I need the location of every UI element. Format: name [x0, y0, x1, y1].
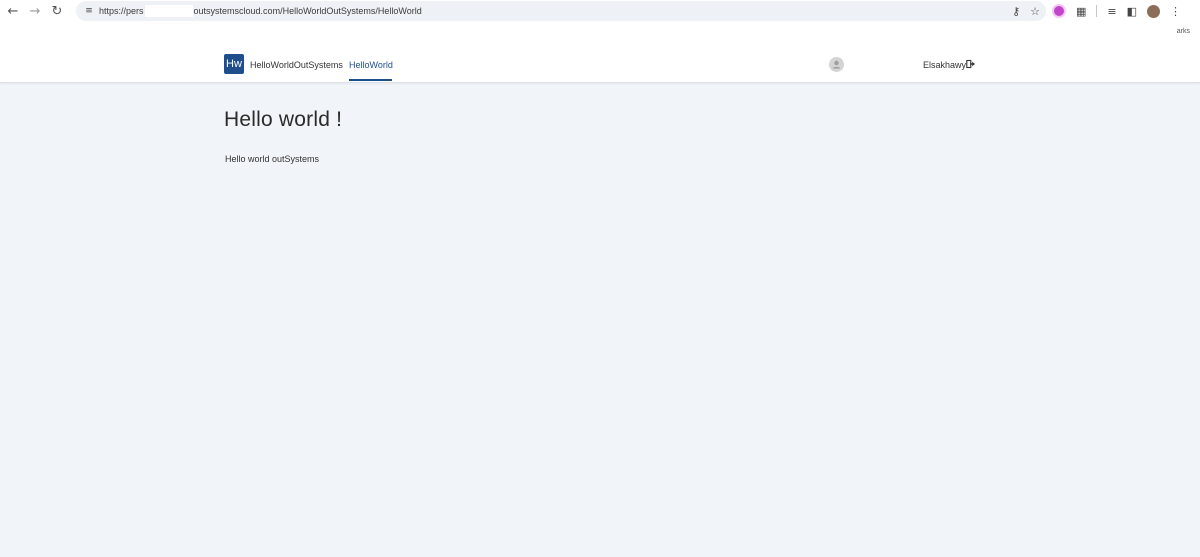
address-bar-actions: ⚷ ☆ [1012, 1, 1040, 21]
bookmarks-bar: arks [0, 22, 1200, 46]
nav-item-helloworld[interactable]: HelloWorld [349, 60, 393, 70]
key-icon[interactable]: ⚷ [1012, 5, 1020, 18]
url-prefix: https://pers [99, 6, 144, 16]
page-text: Hello world outSystems [225, 154, 320, 164]
browser-actions: ▦ ≡ ◧ ⋮ [1052, 0, 1181, 22]
extension-badge-icon[interactable] [1052, 4, 1066, 18]
side-panel-icon[interactable]: ◧ [1127, 5, 1137, 18]
url-suffix: outsystemscloud.com/HelloWorldOutSystems… [193, 6, 422, 16]
forward-arrow-icon[interactable]: → [24, 0, 46, 22]
app-name[interactable]: HelloWorldOutSystems [250, 60, 343, 70]
toolbar-divider [1096, 5, 1098, 17]
active-nav-indicator [349, 79, 392, 81]
bookmarks-label[interactable]: arks [1177, 28, 1190, 35]
back-arrow-icon[interactable]: ← [2, 0, 24, 22]
username[interactable]: Elsakhawy [923, 60, 966, 70]
reload-icon[interactable]: ↻ [46, 0, 68, 22]
logout-icon[interactable] [966, 59, 976, 69]
app-header: Hw HelloWorldOutSystems HelloWorld Elsak… [0, 46, 1200, 83]
browser-toolbar: ← → ↻ ≡ https://pers outsystemscloud.com… [0, 0, 1200, 22]
address-bar[interactable]: ≡ https://pers outsystemscloud.com/Hello… [76, 1, 1046, 21]
url-redaction [144, 5, 193, 17]
profile-avatar-icon[interactable] [1147, 4, 1161, 18]
user-avatar-icon[interactable] [829, 57, 844, 72]
puzzle-icon[interactable]: ▦ [1076, 5, 1086, 18]
app-logo[interactable]: Hw [224, 54, 244, 74]
url-text[interactable]: https://pers outsystemscloud.com/HelloWo… [99, 5, 422, 17]
reading-list-icon[interactable]: ≡ [1107, 5, 1116, 18]
page-title: Hello world ! [224, 108, 343, 131]
kebab-menu-icon[interactable]: ⋮ [1170, 5, 1181, 18]
star-icon[interactable]: ☆ [1030, 5, 1040, 18]
tune-icon[interactable]: ≡ [81, 3, 97, 19]
